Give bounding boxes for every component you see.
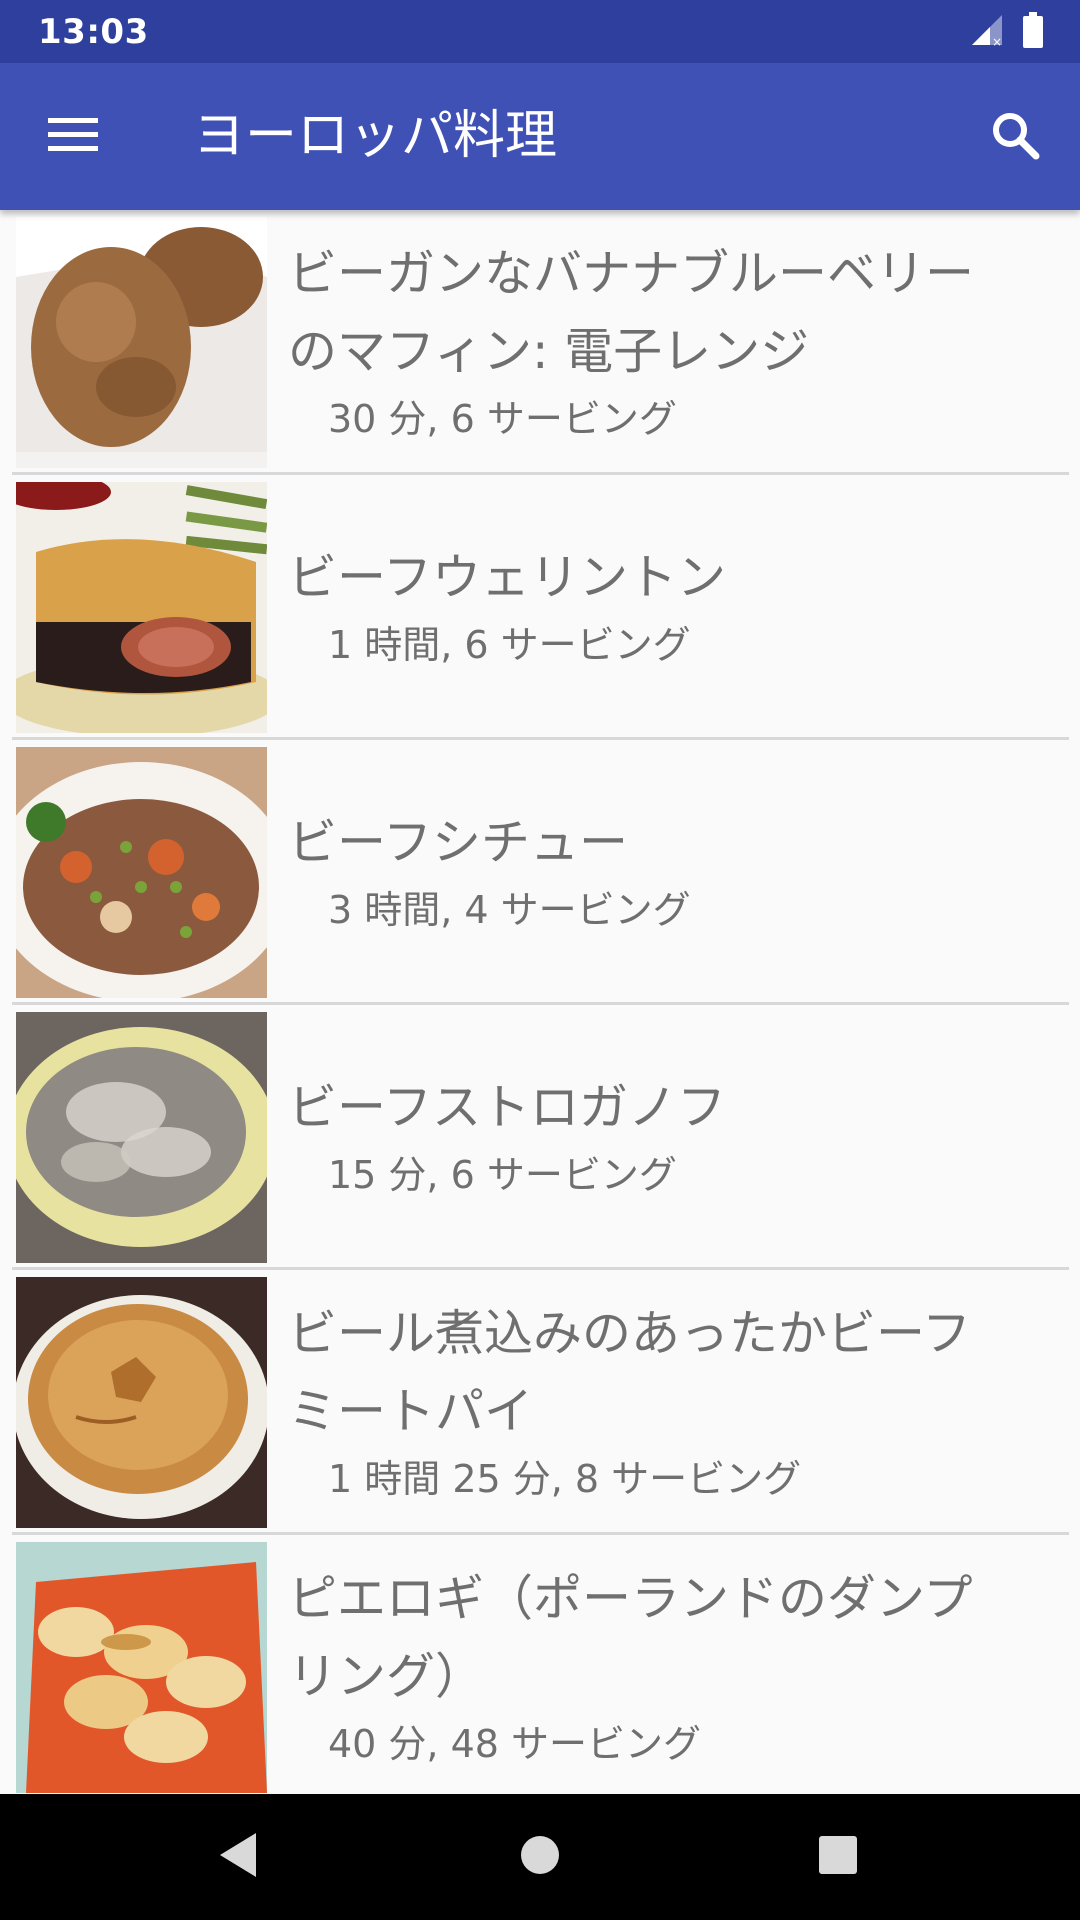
recipe-thumbnail-beef-stroganoff	[16, 1012, 267, 1263]
recipe-thumbnail-meat-pie	[16, 1277, 267, 1528]
status-icons: ×	[970, 11, 1044, 52]
recipe-row[interactable]: ビーフウェリントン 1 時間, 6 サービング	[12, 475, 1069, 740]
recipe-title: ビーガンなバナナブルーベリー	[288, 245, 975, 302]
recipe-title: ビーフシチュー	[288, 814, 629, 871]
recipe-title: ピエロギ（ポーランドのダンプ	[288, 1570, 973, 1627]
recipe-text: ビール煮込みのあったかビーフ ミートパイ 1 時間 25 分, 8 サービング	[288, 1270, 1063, 1532]
home-icon	[519, 1834, 561, 1880]
recipe-meta: 30 分, 6 サービング	[328, 397, 677, 441]
recipe-text: ビーフウェリントン 1 時間, 6 サービング	[288, 475, 1063, 737]
recents-icon	[817, 1834, 859, 1880]
status-bar: 13:03 ×	[0, 0, 1080, 63]
recipe-meta: 1 時間, 6 サービング	[328, 623, 691, 667]
page-title: ヨーロッパ料理	[193, 106, 558, 166]
recipe-text: ビーフストロガノフ 15 分, 6 サービング	[288, 1005, 1063, 1267]
recipe-title-line-2: ミートパイ	[288, 1383, 534, 1440]
recipe-meta: 1 時間 25 分, 8 サービング	[328, 1457, 802, 1501]
recipe-title: ビーフウェリントン	[288, 549, 727, 606]
search-icon	[990, 110, 1040, 164]
recipe-thumbnail-beef-wellington	[16, 482, 267, 733]
signal-icon: ×	[970, 13, 1004, 51]
recipe-meta: 15 分, 6 サービング	[328, 1153, 677, 1197]
recipe-title: ビール煮込みのあったかビーフ	[288, 1305, 972, 1362]
back-button[interactable]	[198, 1817, 278, 1897]
back-icon	[216, 1831, 260, 1883]
recipe-row[interactable]: ビーフストロガノフ 15 分, 6 サービング	[12, 1005, 1069, 1270]
recipe-text: ピエロギ（ポーランドのダンプ リング） 40 分, 48 サービング	[288, 1535, 1063, 1794]
recipe-title: ビーフストロガノフ	[288, 1079, 727, 1136]
menu-button[interactable]	[28, 97, 118, 177]
search-button[interactable]	[970, 97, 1060, 177]
recents-button[interactable]	[798, 1817, 878, 1897]
app-bar: ヨーロッパ料理	[0, 63, 1080, 210]
recipe-thumbnail-pierogi	[16, 1542, 267, 1793]
recipe-title-line-2: リング）	[288, 1648, 485, 1705]
status-time: 13:03	[38, 11, 149, 52]
recipe-thumbnail-muffin	[16, 217, 267, 468]
recipe-title-line-2: のマフィン: 電子レンジ	[288, 323, 810, 380]
menu-icon	[46, 115, 100, 159]
recipe-row[interactable]: ピエロギ（ポーランドのダンプ リング） 40 分, 48 サービング	[12, 1535, 1069, 1794]
recipe-thumbnail-beef-stew	[16, 747, 267, 998]
recipe-text: ビーフシチュー 3 時間, 4 サービング	[288, 740, 1063, 1002]
recipe-meta: 3 時間, 4 サービング	[328, 888, 691, 932]
svg-text:×: ×	[992, 35, 1002, 47]
recipe-row[interactable]: ビーガンなバナナブルーベリー のマフィン: 電子レンジ 30 分, 6 サービン…	[12, 210, 1069, 475]
recipe-row[interactable]: ビール煮込みのあったかビーフ ミートパイ 1 時間 25 分, 8 サービング	[12, 1270, 1069, 1535]
recipe-list[interactable]: ビーガンなバナナブルーベリー のマフィン: 電子レンジ 30 分, 6 サービン…	[0, 210, 1080, 1794]
recipe-meta: 40 分, 48 サービング	[328, 1722, 702, 1766]
recipe-text: ビーガンなバナナブルーベリー のマフィン: 電子レンジ 30 分, 6 サービン…	[288, 210, 1063, 472]
battery-icon	[1022, 11, 1044, 52]
recipe-row[interactable]: ビーフシチュー 3 時間, 4 サービング	[12, 740, 1069, 1005]
navigation-bar	[0, 1794, 1080, 1920]
home-button[interactable]	[500, 1817, 580, 1897]
